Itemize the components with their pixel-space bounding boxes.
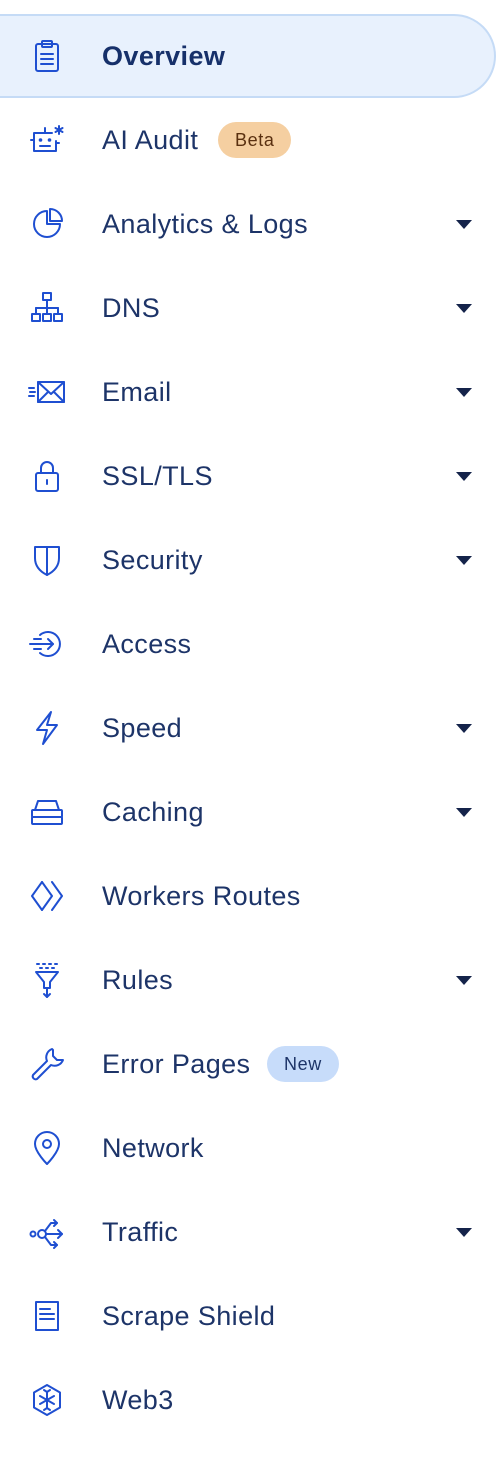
sidebar-item-label: Traffic: [102, 1216, 179, 1247]
sidebar-item-ssl-tls[interactable]: SSL/TLS: [0, 434, 496, 518]
workers-icon: [28, 877, 66, 915]
chevron-down-icon[interactable]: [456, 976, 472, 985]
sidebar-item-security[interactable]: Security: [0, 518, 496, 602]
wrench-icon: [28, 1045, 66, 1083]
sidebar-item-label: SSL/TLS: [102, 460, 213, 491]
sign-in-icon: [28, 625, 66, 663]
envelope-icon: [28, 373, 66, 411]
chevron-down-icon[interactable]: [456, 304, 472, 313]
sidebar-item-label: DNS: [102, 292, 161, 323]
chevron-down-icon[interactable]: [456, 472, 472, 481]
sidebar-item-analytics-logs[interactable]: Analytics & Logs: [0, 182, 496, 266]
pie-chart-icon: [28, 205, 66, 243]
clipboard-icon: [28, 37, 66, 75]
sidebar-item-network[interactable]: Network: [0, 1106, 496, 1190]
sidebar-item-dns[interactable]: DNS: [0, 266, 496, 350]
sidebar-item-label: Network: [102, 1132, 204, 1163]
chevron-down-icon[interactable]: [456, 808, 472, 817]
sidebar-item-web3[interactable]: Web3: [0, 1358, 496, 1442]
sidebar-item-label: Overview: [102, 40, 226, 71]
sidebar-item-access: Access: [0, 602, 496, 686]
sidebar-item-label: Web3: [102, 1384, 174, 1415]
sidebar-item-label: Workers Routes: [102, 880, 301, 911]
sidebar-item-scrape-shield[interactable]: Scrape Shield: [0, 1274, 496, 1358]
sidebar-item-overview[interactable]: Overview: [0, 14, 496, 98]
sidebar-item-label: Rules: [102, 964, 174, 995]
network-tree-icon: [28, 289, 66, 327]
document-icon: [28, 1297, 66, 1335]
robot-icon: [28, 121, 66, 159]
sidebar-item-label: Caching: [102, 796, 204, 827]
traffic-flow-icon: [28, 1213, 66, 1251]
sidebar-item-label: Access: [102, 628, 192, 659]
chevron-down-icon[interactable]: [456, 556, 472, 565]
sidebar-item-caching[interactable]: Caching: [0, 770, 496, 854]
beta-badge: Beta: [218, 122, 292, 158]
sidebar-item-label: AI Audit: [102, 124, 199, 155]
sidebar-item-error-pages[interactable]: Error Pages New: [0, 1022, 496, 1106]
filter-funnel-icon: [28, 961, 66, 999]
sidebar-item-label: Speed: [102, 712, 183, 743]
sidebar-nav: Overview AI Audit Beta Analytics & Logs …: [0, 14, 496, 1442]
sidebar-item-rules[interactable]: Rules: [0, 938, 496, 1022]
sidebar-item-label: Email: [102, 376, 172, 407]
lightning-icon: [28, 709, 66, 747]
server-stack-icon: [28, 793, 66, 831]
sidebar-item-label: Security: [102, 544, 203, 575]
lock-icon: [28, 457, 66, 495]
chevron-down-icon[interactable]: [456, 724, 472, 733]
web3-cube-icon: [28, 1381, 66, 1419]
new-badge: New: [267, 1046, 339, 1082]
shield-icon: [28, 541, 66, 579]
sidebar-item-traffic[interactable]: Traffic: [0, 1190, 496, 1274]
sidebar-item-label: Analytics & Logs: [102, 208, 308, 239]
chevron-down-icon[interactable]: [456, 1228, 472, 1237]
sidebar-item-label: Scrape Shield: [102, 1300, 276, 1331]
sidebar-item-email[interactable]: Email: [0, 350, 496, 434]
chevron-down-icon[interactable]: [456, 388, 472, 397]
sidebar-item-label: Error Pages: [102, 1048, 251, 1079]
location-pin-icon: [28, 1129, 66, 1167]
sidebar-item-ai-audit[interactable]: AI Audit Beta: [0, 98, 496, 182]
sidebar-item-workers-routes[interactable]: Workers Routes: [0, 854, 496, 938]
sidebar-item-speed[interactable]: Speed: [0, 686, 496, 770]
chevron-down-icon[interactable]: [456, 220, 472, 229]
